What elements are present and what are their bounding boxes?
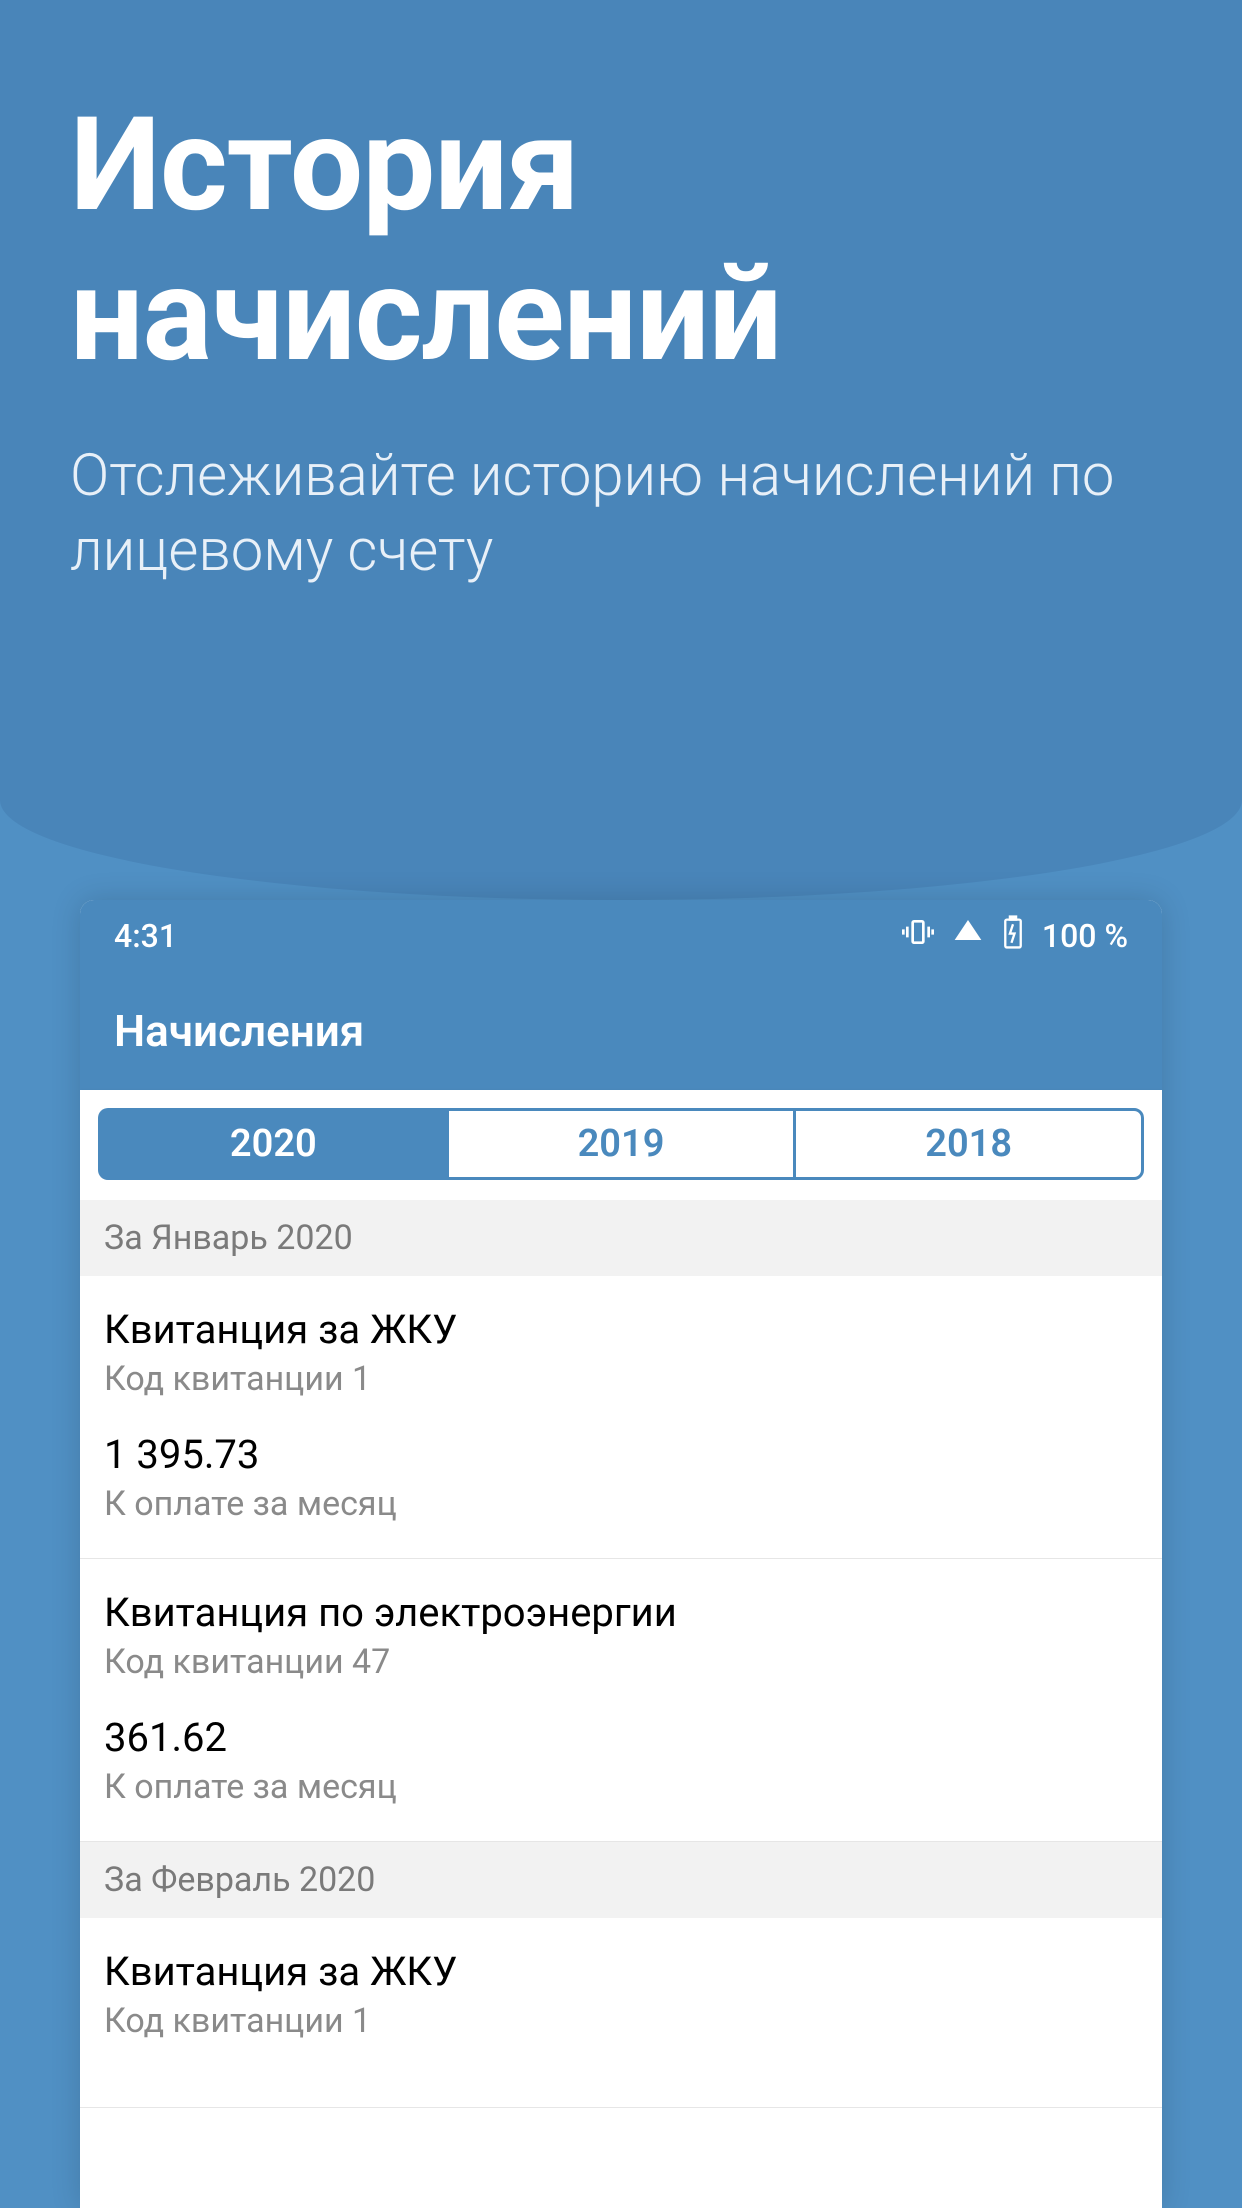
invoice-note: К оплате за месяц <box>104 1484 1138 1524</box>
status-battery-text: 100 % <box>1042 917 1128 955</box>
year-tabs: 2020 2019 2018 <box>80 1090 1162 1200</box>
status-right: 100 % <box>902 915 1128 957</box>
marketing-title-line1: История <box>70 88 579 241</box>
vibrate-icon <box>902 916 934 956</box>
section-header: За Январь 2020 <box>80 1200 1162 1276</box>
marketing-title-line2: начислений <box>70 238 781 391</box>
battery-icon <box>1002 915 1024 957</box>
invoice-title: Квитанция по электроэнергии <box>104 1589 1138 1636</box>
invoice-code: Код квитанции 1 <box>104 2001 1138 2041</box>
tab-2020[interactable]: 2020 <box>98 1108 446 1180</box>
invoice-title: Квитанция за ЖКУ <box>104 1306 1138 1353</box>
tab-label: 2019 <box>578 1122 665 1166</box>
status-bar: 4:31 <box>80 900 1162 972</box>
invoice-note: К оплате за месяц <box>104 1767 1138 1807</box>
section-header-text: За Январь 2020 <box>104 1218 353 1258</box>
status-time: 4:31 <box>114 917 177 955</box>
app-header-title: Начисления <box>114 1005 364 1057</box>
app-header: Начисления <box>80 972 1162 1090</box>
invoice-item[interactable]: Квитанция по электроэнергии Код квитанци… <box>80 1559 1162 1842</box>
invoice-title: Квитанция за ЖКУ <box>104 1948 1138 1995</box>
tab-label: 2020 <box>230 1122 317 1166</box>
tab-label: 2018 <box>925 1122 1012 1166</box>
tab-2018[interactable]: 2018 <box>793 1108 1144 1180</box>
section-header-text: За Февраль 2020 <box>104 1860 375 1900</box>
invoice-amount: 361.62 <box>104 1714 1138 1761</box>
phone-frame: 4:31 <box>80 900 1162 2208</box>
invoice-item[interactable]: Квитанция за ЖКУ Код квитанции 1 <box>80 1918 1162 2108</box>
marketing-title: История начислений <box>0 0 1242 389</box>
invoice-code: Код квитанции 47 <box>104 1642 1138 1682</box>
invoice-code: Код квитанции 1 <box>104 1359 1138 1399</box>
invoice-amount: 1 395.73 <box>104 1431 1138 1478</box>
wifi-icon <box>952 916 984 956</box>
invoice-item[interactable]: Квитанция за ЖКУ Код квитанции 1 1 395.7… <box>80 1276 1162 1559</box>
section-header: За Февраль 2020 <box>80 1842 1162 1918</box>
marketing-subtitle: Отслеживайте историю начислений по лицев… <box>0 389 1242 590</box>
tab-2019[interactable]: 2019 <box>446 1108 794 1180</box>
